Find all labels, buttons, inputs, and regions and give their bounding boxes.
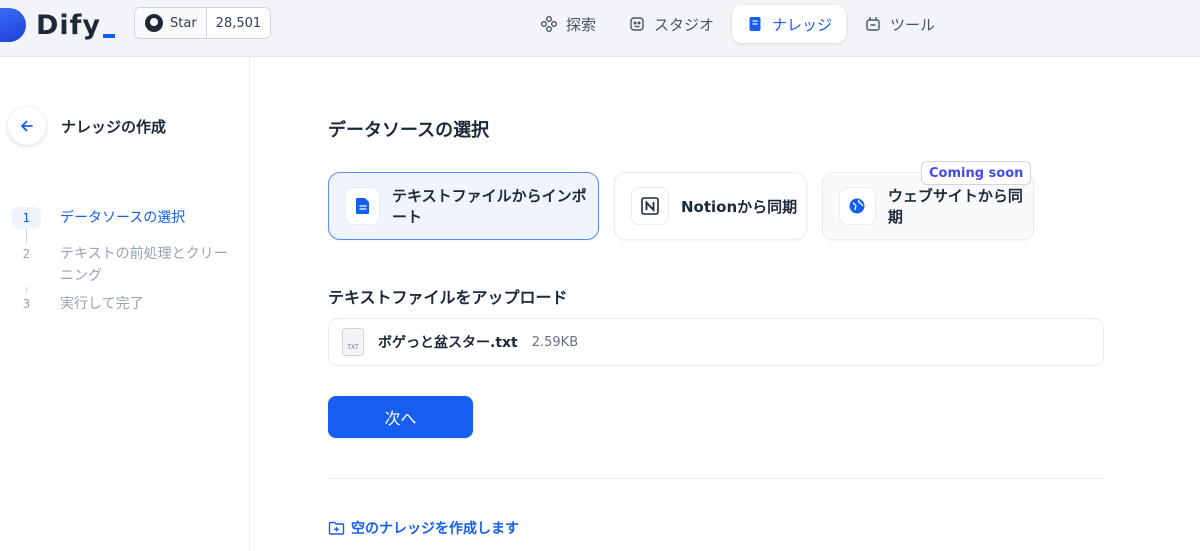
step-label: データソースの選択 xyxy=(60,210,186,226)
sidebar-title: ナレッジの作成 xyxy=(61,118,167,136)
knowledge-icon xyxy=(749,17,761,31)
app-name: Dify xyxy=(36,9,102,41)
source-text-file[interactable]: テキストファイルからインポート xyxy=(328,172,599,240)
nav-item-label: ナレッジ xyxy=(772,15,833,34)
nav-item-label: ツール xyxy=(890,15,936,34)
step-label: テキストの前処理とクリーニング xyxy=(60,246,228,284)
studio-icon xyxy=(630,17,644,31)
divider xyxy=(328,478,1104,479)
nav-item-label: スタジオ xyxy=(654,15,715,34)
next-button[interactable]: 次へ xyxy=(328,396,473,438)
github-star-count[interactable]: 28,501 xyxy=(207,8,270,38)
sidebar: ナレッジの作成 1 データソースの選択 2 テキストの前処理とクリーニング 3 … xyxy=(0,57,250,551)
source-label: ウェブサイトから同期 xyxy=(887,187,1023,226)
step-number: 2 xyxy=(22,247,31,261)
nav-item-explore[interactable]: 探索 xyxy=(526,5,610,43)
logo-underscore xyxy=(103,34,116,38)
step-label: 実行して完了 xyxy=(60,296,144,312)
step-number: 1 xyxy=(12,207,41,229)
notion-icon xyxy=(631,187,669,225)
folder-plus-icon xyxy=(328,521,345,535)
section-title: データソースの選択 xyxy=(328,120,490,141)
step-connector xyxy=(26,229,27,243)
main-nav: 探索 スタジオ ナレッジ ツール xyxy=(526,5,949,43)
step-item-3: 3 実行して完了 xyxy=(12,293,230,315)
nav-item-label: 探索 xyxy=(566,15,597,34)
nav-item-knowledge[interactable]: ナレッジ xyxy=(732,5,847,43)
create-empty-knowledge-label: 空のナレッジを作成します xyxy=(351,521,519,537)
nav-item-tools[interactable]: ツール xyxy=(850,5,949,43)
step-item-1: 1 データソースの選択 xyxy=(12,207,230,229)
uploaded-file-item[interactable]: TXT ボゲっと盆スター.txt 2.59KB xyxy=(328,318,1104,366)
github-icon xyxy=(145,14,163,32)
dify-logo[interactable]: Dify xyxy=(0,5,116,45)
arrow-left-icon xyxy=(21,120,33,132)
explore-icon xyxy=(541,16,557,32)
document-icon xyxy=(345,187,381,225)
github-star-part[interactable]: Star xyxy=(135,8,207,38)
nav-item-studio[interactable]: スタジオ xyxy=(614,5,728,43)
txt-file-icon: TXT xyxy=(342,328,364,356)
step-number: 3 xyxy=(22,297,31,311)
top-bar: Dify Star 28,501 探索 スタジオ ナレッジ ツール xyxy=(0,0,1200,57)
step-list: 1 データソースの選択 2 テキストの前処理とクリーニング 3 実行して完了 xyxy=(12,207,230,315)
back-button[interactable] xyxy=(8,107,46,145)
coming-soon-badge: Coming soon xyxy=(921,161,1032,185)
file-name: ボゲっと盆スター.txt xyxy=(378,335,518,351)
source-label: テキストファイルからインポート xyxy=(392,187,587,226)
globe-icon xyxy=(839,187,876,225)
step-item-2: 2 テキストの前処理とクリーニング xyxy=(12,243,230,287)
github-star-label: Star xyxy=(170,15,197,31)
create-empty-knowledge-link[interactable]: 空のナレッジを作成します xyxy=(328,518,519,538)
source-label: Notionから同期 xyxy=(681,197,798,216)
upload-title: テキストファイルをアップロード xyxy=(328,288,568,307)
file-size: 2.59KB xyxy=(531,334,579,350)
logo-mark-icon xyxy=(0,8,26,42)
github-star-button[interactable]: Star 28,501 xyxy=(134,7,272,39)
tools-icon xyxy=(866,17,880,31)
source-notion[interactable]: Notionから同期 xyxy=(614,172,807,240)
file-type-label: TXT xyxy=(347,344,359,351)
